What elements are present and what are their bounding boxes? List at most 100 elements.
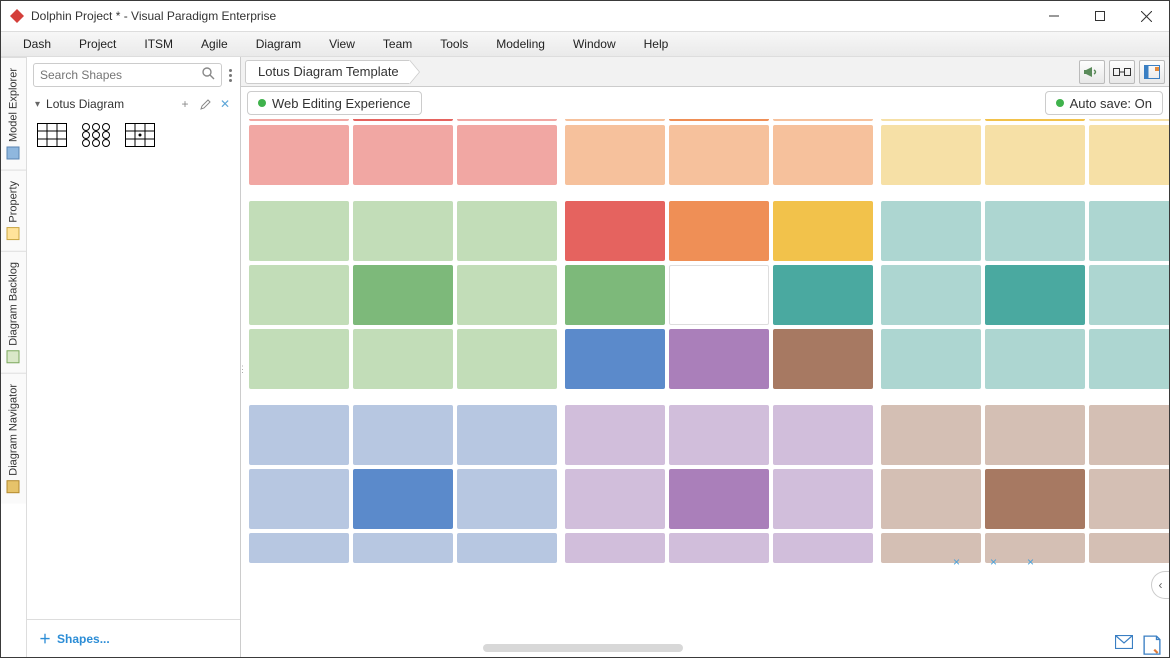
lotus-cell[interactable] [773, 329, 873, 389]
splitter-handle[interactable]: ⋮ [241, 357, 244, 381]
toolbar-panel-button[interactable] [1139, 60, 1165, 84]
stencil-header[interactable]: ▾ Lotus Diagram + ✕ [27, 91, 240, 117]
lotus-cell[interactable] [773, 201, 873, 261]
lotus-cell[interactable] [1089, 405, 1169, 465]
lotus-cell[interactable] [881, 329, 981, 389]
lotus-cell[interactable] [985, 125, 1085, 185]
lotus-cell[interactable] [1089, 469, 1169, 529]
lotus-cell[interactable] [773, 119, 873, 121]
lotus-cell[interactable] [565, 265, 665, 325]
lotus-cell[interactable] [669, 125, 769, 185]
close-button[interactable] [1123, 1, 1169, 31]
diagram-canvas[interactable]: ⋮ × × × ‹ [241, 119, 1169, 657]
expand-right-button[interactable]: ‹ [1151, 571, 1169, 599]
menu-agile[interactable]: Agile [187, 31, 242, 57]
menu-tools[interactable]: Tools [426, 31, 482, 57]
lotus-cell[interactable] [985, 469, 1085, 529]
tab-model-explorer[interactable]: Model Explorer [1, 57, 26, 170]
lotus-cell[interactable] [565, 405, 665, 465]
menu-modeling[interactable]: Modeling [482, 31, 559, 57]
horizontal-scrollbar[interactable] [241, 643, 1149, 653]
toolbar-fit-button[interactable] [1109, 60, 1135, 84]
lotus-cell[interactable] [773, 405, 873, 465]
lotus-cell[interactable] [773, 533, 873, 563]
lotus-cell[interactable] [985, 201, 1085, 261]
shape-circles-3x3[interactable] [79, 121, 113, 149]
lotus-cell[interactable] [457, 405, 557, 465]
lotus-cell[interactable] [353, 265, 453, 325]
lotus-cell[interactable] [353, 405, 453, 465]
lotus-cell[interactable] [565, 329, 665, 389]
menu-diagram[interactable]: Diagram [242, 31, 315, 57]
lotus-cell[interactable] [773, 265, 873, 325]
lotus-cell[interactable] [669, 405, 769, 465]
lotus-cell[interactable] [353, 533, 453, 563]
status-pill[interactable]: Web Editing Experience [247, 91, 422, 115]
lotus-cell[interactable] [985, 119, 1085, 121]
autosave-pill[interactable]: Auto save: On [1045, 91, 1163, 115]
breadcrumb[interactable]: Lotus Diagram Template [245, 60, 410, 84]
lotus-cell[interactable] [353, 119, 453, 121]
scrollbar-thumb[interactable] [483, 644, 683, 652]
lotus-cell[interactable] [1089, 329, 1169, 389]
lotus-cell[interactable] [881, 125, 981, 185]
lotus-cell[interactable] [985, 405, 1085, 465]
add-stencil-button[interactable]: + [178, 97, 192, 111]
menu-team[interactable]: Team [369, 31, 426, 57]
lotus-cell[interactable] [1089, 119, 1169, 121]
close-stencil-button[interactable]: ✕ [218, 97, 232, 111]
lotus-cell[interactable] [773, 469, 873, 529]
menu-project[interactable]: Project [65, 31, 130, 57]
lotus-cell[interactable] [249, 265, 349, 325]
shapes-footer-button[interactable]: ＋ Shapes... [27, 619, 240, 657]
search-shapes-input[interactable] [33, 63, 222, 87]
tab-property[interactable]: Property [1, 170, 26, 251]
lotus-cell[interactable] [773, 125, 873, 185]
minimize-button[interactable] [1031, 1, 1077, 31]
lotus-cell[interactable] [353, 201, 453, 261]
lotus-cell[interactable] [881, 201, 981, 261]
lotus-cell[interactable] [1089, 533, 1169, 563]
lotus-cell[interactable] [565, 533, 665, 563]
lotus-cell[interactable] [457, 329, 557, 389]
lotus-cell[interactable] [249, 405, 349, 465]
menu-window[interactable]: Window [559, 31, 630, 57]
lotus-cell[interactable] [249, 329, 349, 389]
lotus-cell[interactable] [249, 533, 349, 563]
lotus-cell[interactable] [1089, 201, 1169, 261]
lotus-cell[interactable] [457, 201, 557, 261]
toolbar-announce-button[interactable] [1079, 60, 1105, 84]
lotus-cell[interactable] [353, 125, 453, 185]
lotus-cell[interactable] [985, 265, 1085, 325]
menu-help[interactable]: Help [630, 31, 683, 57]
tab-diagram-navigator[interactable]: Diagram Navigator [1, 373, 26, 504]
lotus-cell[interactable] [565, 119, 665, 121]
shape-grid-3x3[interactable] [35, 121, 69, 149]
menu-dash[interactable]: Dash [9, 31, 65, 57]
lotus-cell[interactable] [1089, 125, 1169, 185]
shape-grid-dot[interactable] [123, 121, 157, 149]
lotus-cell[interactable] [457, 265, 557, 325]
lotus-cell[interactable] [1089, 265, 1169, 325]
lotus-cell[interactable] [669, 469, 769, 529]
search-field[interactable] [40, 68, 202, 82]
edit-stencil-button[interactable] [198, 97, 212, 111]
lotus-cell[interactable] [353, 329, 453, 389]
lotus-cell[interactable] [457, 469, 557, 529]
lotus-cell[interactable] [457, 533, 557, 563]
lotus-cell[interactable] [249, 119, 349, 121]
lotus-grid[interactable] [249, 119, 1169, 563]
lotus-cell[interactable] [565, 469, 665, 529]
lotus-cell[interactable] [669, 265, 769, 325]
lotus-cell[interactable] [881, 405, 981, 465]
lotus-cell[interactable] [881, 469, 981, 529]
lotus-cell[interactable] [249, 469, 349, 529]
lotus-cell[interactable] [249, 125, 349, 185]
lotus-cell[interactable] [457, 125, 557, 185]
lotus-cell[interactable] [249, 201, 349, 261]
lotus-cell[interactable] [669, 119, 769, 121]
menu-itsm[interactable]: ITSM [130, 31, 187, 57]
note-icon[interactable] [1143, 635, 1161, 653]
mail-icon[interactable] [1115, 635, 1133, 653]
lotus-cell[interactable] [881, 119, 981, 121]
